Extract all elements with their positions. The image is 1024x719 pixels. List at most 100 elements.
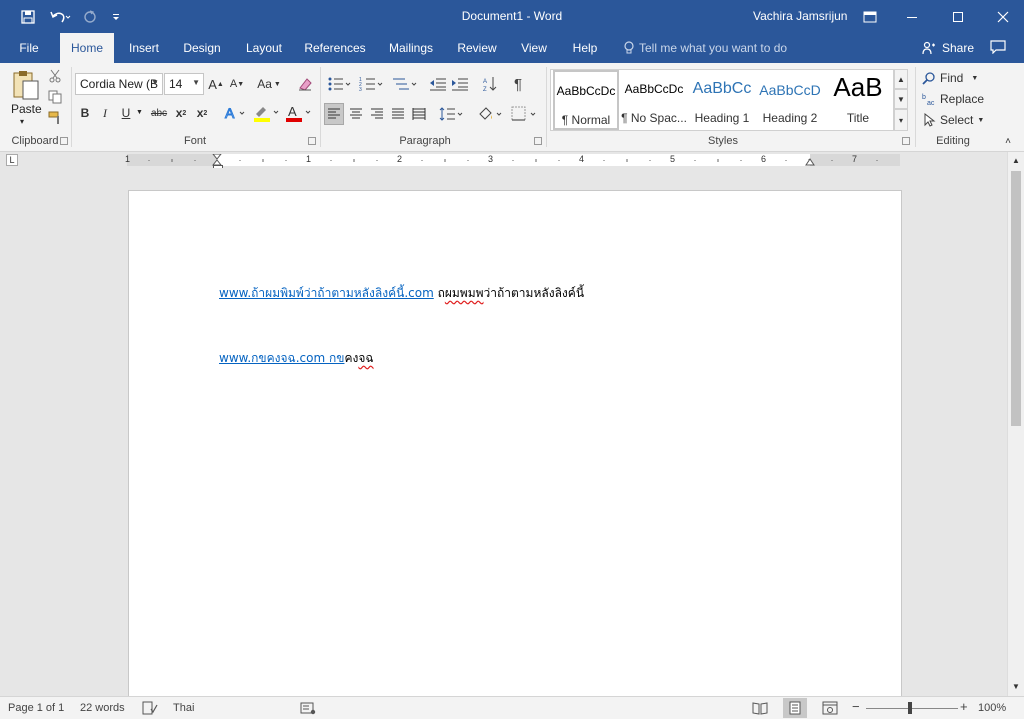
underline-button[interactable]: U — [118, 103, 134, 123]
find-button[interactable]: Find ▼ — [922, 68, 992, 88]
macro-recording-icon[interactable] — [300, 701, 316, 715]
proofing-icon[interactable] — [142, 701, 158, 715]
tab-insert[interactable]: Insert — [120, 33, 168, 63]
cut-icon[interactable] — [46, 67, 64, 85]
font-size-dropdown-icon[interactable]: ▼ — [192, 78, 200, 87]
increase-indent-icon[interactable] — [450, 73, 470, 95]
page-count[interactable]: Page 1 of 1 — [8, 702, 64, 714]
zoom-out-icon[interactable]: − — [852, 699, 860, 714]
align-center-icon[interactable] — [346, 103, 366, 125]
hyperlink[interactable]: www.กขคงจฉ.com กข — [219, 351, 344, 365]
style-heading-2[interactable]: AaBbCcD Heading 2 — [757, 70, 823, 130]
zoom-slider[interactable] — [866, 708, 958, 709]
bullets-button[interactable] — [326, 73, 354, 95]
numbering-button[interactable]: 123 — [358, 73, 386, 95]
paste-dropdown-icon[interactable]: ▾ — [20, 117, 24, 126]
decrease-indent-icon[interactable] — [428, 73, 448, 95]
collapse-ribbon-icon[interactable]: ˄ — [1000, 135, 1016, 147]
text-effects-button[interactable]: A — [222, 103, 250, 123]
document-area[interactable]: www.ถ้าผมพิมพ์ว่าถ้าตามหลังลิงค์นี้.com … — [0, 168, 1007, 696]
zoom-level[interactable]: 100% — [978, 702, 1006, 714]
tab-layout[interactable]: Layout — [238, 33, 290, 63]
font-launcher-icon[interactable] — [308, 137, 316, 145]
clipboard-launcher-icon[interactable] — [60, 137, 68, 145]
style-no-spacing[interactable]: AaBbCcDc ¶ No Spac... — [621, 70, 687, 130]
share-button[interactable]: Share — [922, 41, 974, 55]
bold-button[interactable]: B — [77, 103, 93, 123]
tab-references[interactable]: References — [300, 33, 370, 63]
paragraph-1[interactable]: www.ถ้าผมพิมพ์ว่าถ้าตามหลังลิงค์นี้.com … — [219, 284, 584, 303]
shading-button[interactable] — [476, 103, 506, 125]
align-left-icon[interactable] — [324, 103, 344, 125]
subscript-button[interactable]: x2 — [172, 103, 190, 123]
strikethrough-button[interactable]: abc — [148, 103, 170, 123]
misspelled-word[interactable]: ผมพมพ — [445, 286, 484, 300]
change-case-button[interactable]: Aa ▼ — [254, 75, 284, 93]
styles-scroll-down-icon[interactable]: ▼ — [894, 89, 908, 109]
line-spacing-button[interactable] — [438, 103, 466, 125]
user-name[interactable]: Vachira Jamsrijun — [753, 9, 847, 23]
paste-label[interactable]: Paste — [11, 102, 42, 116]
word-count[interactable]: 22 words — [80, 702, 125, 714]
tell-me-box[interactable]: Tell me what you want to do — [623, 41, 787, 55]
align-right-icon[interactable] — [367, 103, 387, 125]
grow-font-button[interactable]: A ▲ — [207, 75, 225, 93]
web-layout-icon[interactable] — [822, 701, 838, 715]
styles-more-icon[interactable]: ▾ — [894, 109, 908, 131]
tab-view[interactable]: View — [512, 33, 556, 63]
highlight-color-button[interactable] — [252, 103, 282, 123]
multilevel-list-button[interactable] — [390, 73, 420, 95]
sort-icon[interactable]: AZ — [480, 73, 500, 95]
right-indent-marker[interactable] — [805, 156, 815, 166]
find-dropdown-icon[interactable]: ▼ — [971, 75, 978, 82]
select-button[interactable]: Select ▼ — [922, 110, 992, 130]
replace-button[interactable]: b ac Replace — [922, 89, 992, 109]
scroll-down-icon[interactable]: ▼ — [1011, 680, 1021, 692]
borders-button[interactable] — [510, 103, 540, 125]
font-name-dropdown-icon[interactable]: ▼ — [151, 78, 159, 87]
tab-mailings[interactable]: Mailings — [382, 33, 440, 63]
comments-icon[interactable] — [990, 40, 1006, 57]
distributed-icon[interactable] — [409, 103, 429, 125]
paragraph-2[interactable]: www.กขคงจฉ.com กขคงจฉ — [219, 349, 374, 368]
tab-design[interactable]: Design — [176, 33, 228, 63]
ribbon-display-options-icon[interactable] — [856, 0, 884, 33]
hyperlink[interactable]: www.ถ้าผมพิมพ์ว่าถ้าตามหลังลิงค์นี้.com — [219, 286, 434, 300]
close-icon[interactable] — [988, 0, 1018, 33]
document-page[interactable]: www.ถ้าผมพิมพ์ว่าถ้าตามหลังลิงค์นี้.com … — [128, 190, 902, 696]
shrink-font-button[interactable]: A ▼ — [228, 75, 246, 93]
style-heading-1[interactable]: AaBbCc Heading 1 — [689, 70, 755, 130]
font-size-box[interactable]: 14 ▼ — [164, 73, 204, 95]
styles-scroll-up-icon[interactable]: ▲ — [894, 69, 908, 89]
scroll-up-icon[interactable]: ▲ — [1011, 154, 1021, 166]
print-layout-button[interactable] — [783, 698, 807, 718]
clear-formatting-icon[interactable] — [296, 75, 314, 93]
misspelled-word[interactable]: จฉ — [358, 351, 373, 365]
paste-icon[interactable] — [8, 67, 44, 103]
tab-review[interactable]: Review — [450, 33, 504, 63]
tab-home[interactable]: Home — [60, 33, 114, 63]
styles-launcher-icon[interactable] — [902, 137, 910, 145]
font-name-box[interactable]: Cordia New (B ▼ — [75, 73, 163, 95]
maximize-icon[interactable] — [943, 0, 973, 33]
font-color-button[interactable]: A — [284, 103, 314, 123]
underline-dropdown-icon[interactable]: ▼ — [136, 109, 143, 116]
copy-icon[interactable] — [46, 88, 64, 106]
scroll-thumb[interactable] — [1011, 171, 1021, 426]
style-normal[interactable]: AaBbCcDc ¶ Normal — [553, 70, 619, 130]
language[interactable]: Thai — [173, 702, 194, 714]
paragraph-launcher-icon[interactable] — [534, 137, 542, 145]
minimize-icon[interactable] — [897, 0, 927, 33]
horizontal-ruler[interactable]: 1 1 2 3 4 5 6 7 — [125, 154, 900, 166]
justify-icon[interactable] — [388, 103, 408, 125]
show-hide-marks-icon[interactable]: ¶ — [508, 73, 528, 95]
superscript-button[interactable]: x2 — [193, 103, 211, 123]
style-title[interactable]: AaB Title — [825, 70, 891, 130]
zoom-slider-thumb[interactable] — [908, 702, 912, 714]
zoom-in-icon[interactable]: + — [960, 699, 968, 714]
select-dropdown-icon[interactable]: ▼ — [977, 117, 984, 124]
tab-selector-icon[interactable]: L — [6, 154, 18, 166]
italic-button[interactable]: I — [97, 103, 113, 123]
tab-help[interactable]: Help — [564, 33, 606, 63]
tab-file[interactable]: File — [8, 33, 50, 63]
